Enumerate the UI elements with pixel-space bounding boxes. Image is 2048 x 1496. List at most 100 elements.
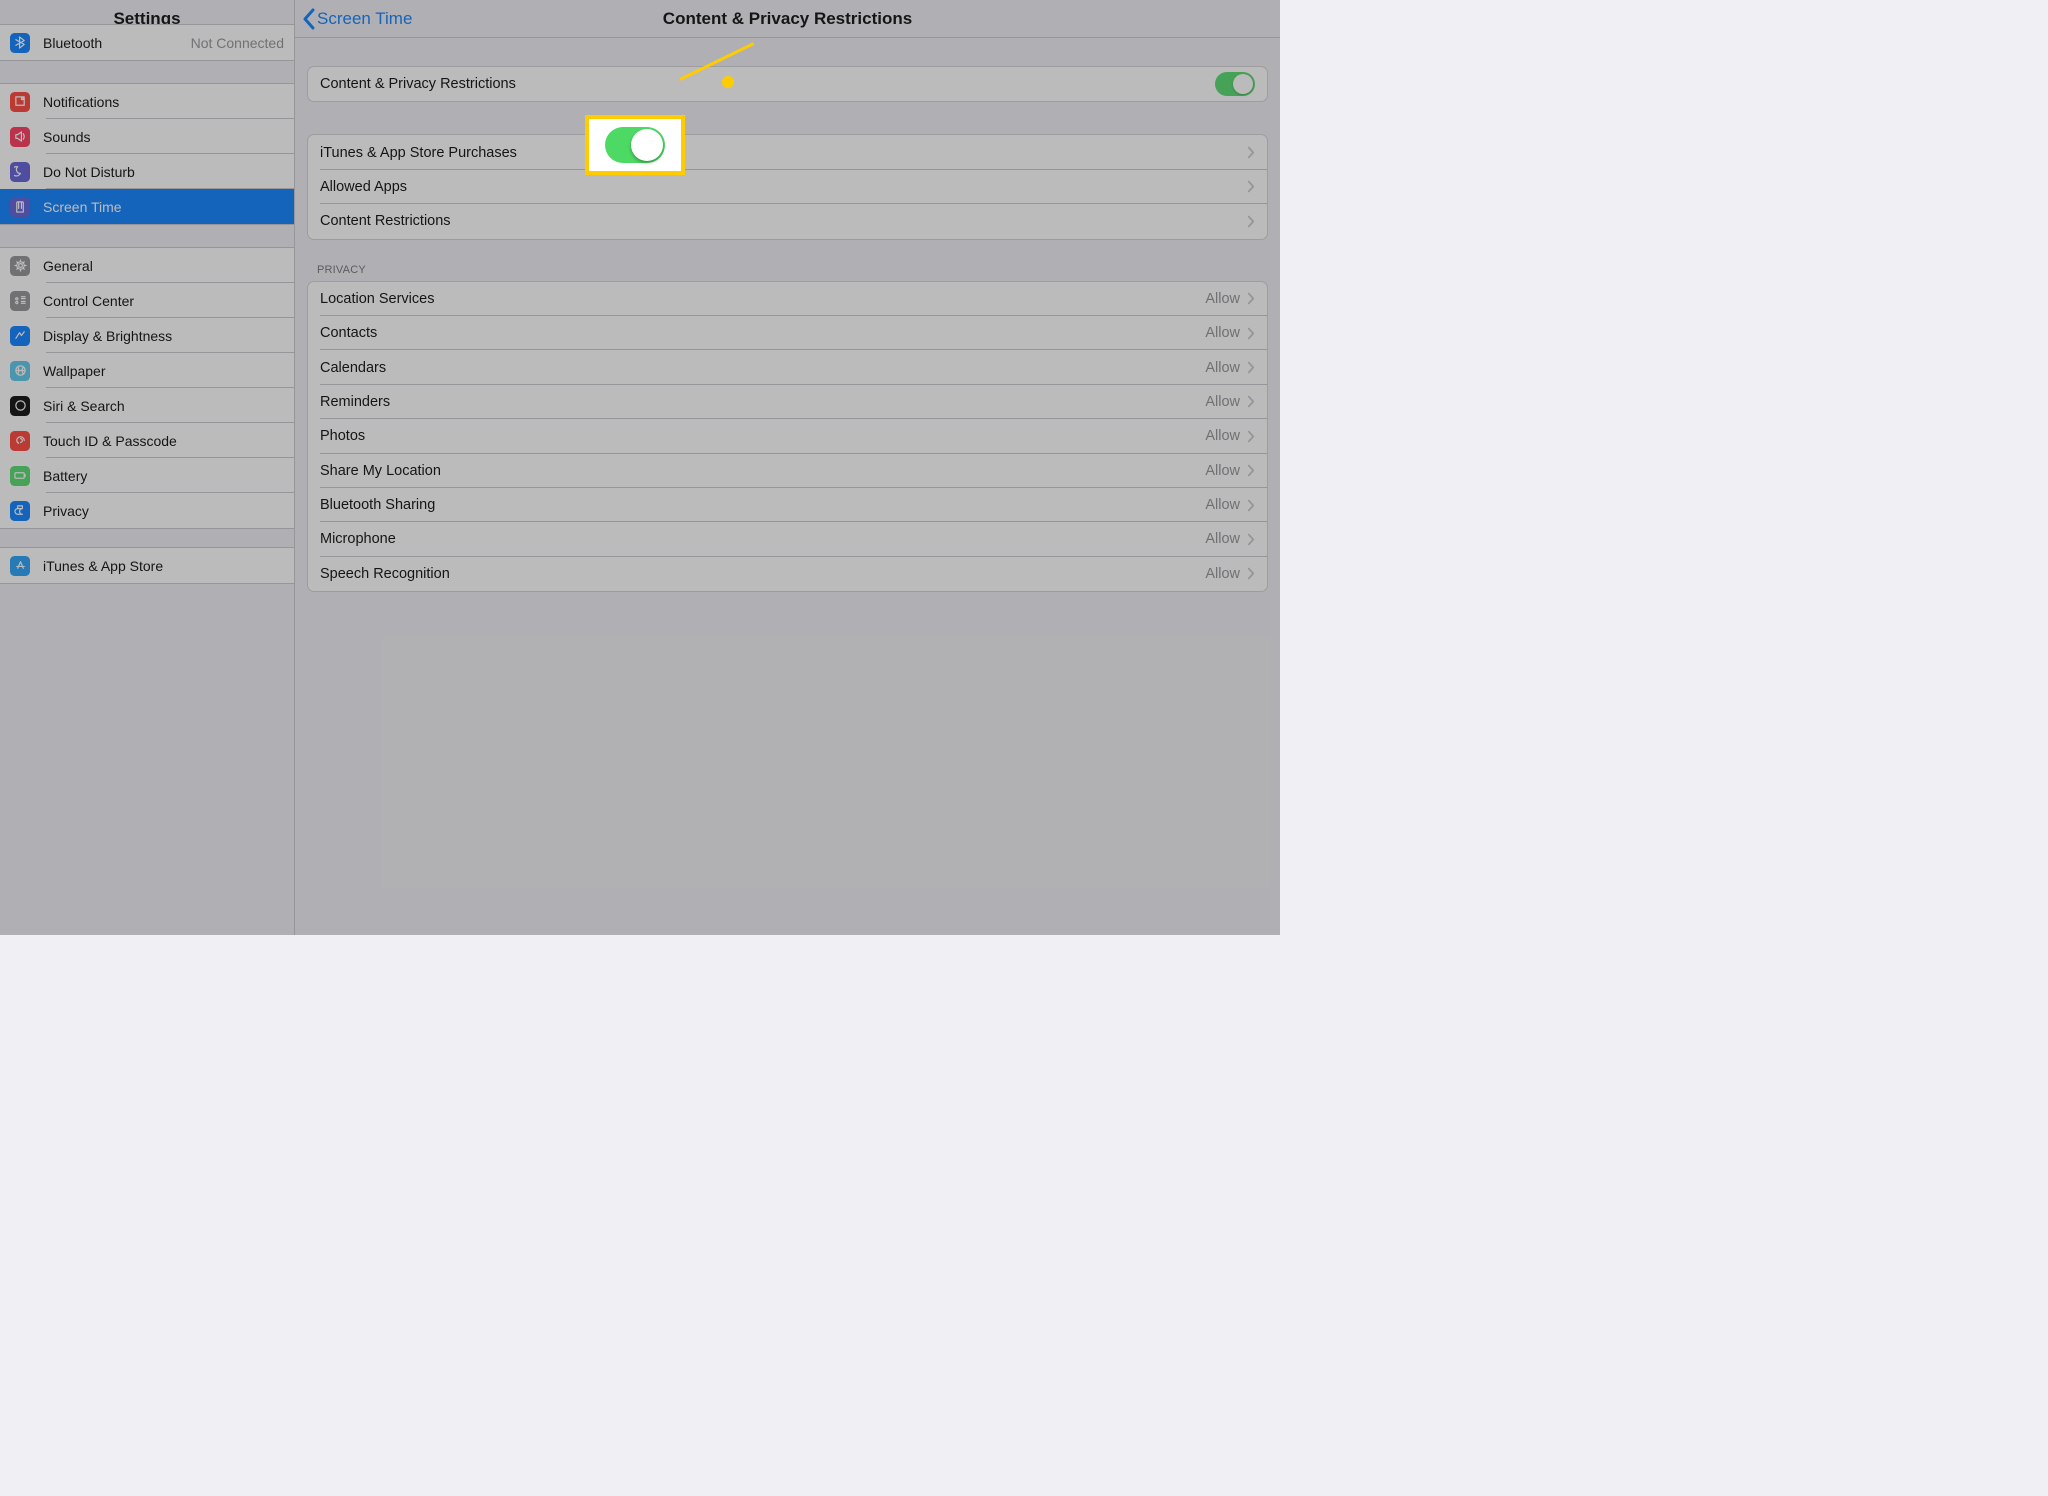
sidebar-item-label: Siri & Search	[43, 398, 125, 414]
sidebar-group: Bluetooth Not Connected	[0, 24, 294, 61]
navbar: Screen Time Content & Privacy Restrictio…	[295, 0, 1280, 38]
detail-pane: Screen Time Content & Privacy Restrictio…	[295, 0, 1280, 935]
row-value: Allow	[1205, 497, 1240, 513]
chevron-right-icon	[1247, 533, 1255, 546]
row-value: Allow	[1205, 428, 1240, 444]
sidebar-item-itunes-app-store[interactable]: iTunes & App Store	[0, 548, 294, 583]
row-label: Reminders	[320, 394, 390, 410]
sidebar-item-control-center[interactable]: Control Center	[0, 283, 294, 318]
row-value: Allow	[1205, 531, 1240, 547]
chevron-left-icon	[301, 8, 315, 30]
row-location-services[interactable]: Location Services Allow	[308, 282, 1267, 316]
sidebar-item-sounds[interactable]: Sounds	[0, 119, 294, 154]
row-label: Content & Privacy Restrictions	[320, 76, 516, 92]
sidebar-item-battery[interactable]: Battery	[0, 458, 294, 493]
siri-icon	[10, 396, 30, 416]
row-label: Bluetooth Sharing	[320, 497, 435, 513]
display-icon	[10, 326, 30, 346]
row-label: Speech Recognition	[320, 566, 450, 582]
row-value: Allow	[1205, 463, 1240, 479]
sidebar-group: iTunes & App Store	[0, 547, 294, 584]
row-share-my-location[interactable]: Share My Location Allow	[308, 454, 1267, 488]
sidebar-item-wallpaper[interactable]: Wallpaper	[0, 353, 294, 388]
row-photos[interactable]: Photos Allow	[308, 419, 1267, 453]
row-itunes-app-store-purchases[interactable]: iTunes & App Store Purchases	[308, 135, 1267, 169]
sidebar-item-label: Notifications	[43, 94, 119, 110]
bluetooth-icon	[10, 33, 30, 53]
sidebar-item-label: Battery	[43, 468, 87, 484]
chevron-right-icon	[1247, 395, 1255, 408]
sidebar-scroll[interactable]: Bluetooth Not Connected Notifications Sound…	[0, 24, 294, 935]
sidebar-item-label: Bluetooth	[43, 35, 102, 51]
sidebar-item-general[interactable]: General	[0, 248, 294, 283]
sidebar-item-touch-id-passcode[interactable]: Touch ID & Passcode	[0, 423, 294, 458]
row-contacts[interactable]: Contacts Allow	[308, 316, 1267, 350]
sidebar-item-label: Do Not Disturb	[43, 164, 135, 180]
sidebar-item-label: Sounds	[43, 129, 90, 145]
row-label: Content Restrictions	[320, 213, 451, 229]
row-allowed-apps[interactable]: Allowed Apps	[308, 170, 1267, 204]
section-privacy: Location ServicesAllowContactsAllowCalen…	[307, 281, 1268, 593]
row-label: Share My Location	[320, 463, 441, 479]
battery-icon	[10, 466, 30, 486]
content-scroll[interactable]: Content & Privacy Restrictions iTunes & …	[295, 38, 1280, 935]
toggle-content-privacy[interactable]	[1215, 72, 1255, 96]
row-calendars[interactable]: Calendars Allow	[308, 350, 1267, 384]
general-icon	[10, 256, 30, 276]
row-value: Allow	[1205, 360, 1240, 376]
sidebar-item-label: Touch ID & Passcode	[43, 433, 177, 449]
annotation-highlight-box	[585, 115, 685, 175]
chevron-right-icon	[1247, 361, 1255, 374]
touchid-icon	[10, 431, 30, 451]
row-microphone[interactable]: MicrophoneAllow	[308, 522, 1267, 556]
sidebar-item-do-not-disturb[interactable]: Do Not Disturb	[0, 154, 294, 189]
sidebar-item-label: Wallpaper	[43, 363, 106, 379]
chevron-right-icon	[1247, 567, 1255, 580]
sidebar-item-notifications[interactable]: Notifications	[0, 84, 294, 119]
sidebar-item-label: General	[43, 258, 93, 274]
row-reminders[interactable]: Reminders Allow	[308, 385, 1267, 419]
chevron-right-icon	[1247, 327, 1255, 340]
sidebar-item-label: Privacy	[43, 503, 89, 519]
appstore-icon	[10, 556, 30, 576]
row-bluetooth-sharing[interactable]: Bluetooth Sharing Allow	[308, 488, 1267, 522]
chevron-right-icon	[1247, 292, 1255, 305]
row-value: Allow	[1205, 325, 1240, 341]
chevron-right-icon	[1247, 464, 1255, 477]
screentime-icon	[10, 197, 30, 217]
sidebar-item-display-brightness[interactable]: Display & Brightness	[0, 318, 294, 353]
sidebar-item-privacy[interactable]: Privacy	[0, 493, 294, 528]
annotation-callout-dot	[722, 76, 734, 88]
row-label: Contacts	[320, 325, 377, 341]
back-button[interactable]: Screen Time	[301, 0, 412, 37]
sidebar-item-label: Display & Brightness	[43, 328, 172, 344]
chevron-right-icon	[1247, 499, 1255, 512]
section-header-privacy: PRIVACY	[317, 264, 1258, 276]
row-label: Calendars	[320, 360, 386, 376]
row-speech-recognition[interactable]: Speech RecognitionAllow	[308, 557, 1267, 591]
sidebar-group: General Control Center Display & Brightnes…	[0, 247, 294, 529]
row-label: Photos	[320, 428, 365, 444]
chevron-right-icon	[1247, 146, 1255, 159]
sidebar-group: Notifications Sounds Do Not Disturb Screen …	[0, 83, 294, 225]
row-content-privacy-restrictions[interactable]: Content & Privacy Restrictions	[308, 67, 1267, 101]
sidebar-item-siri-search[interactable]: Siri & Search	[0, 388, 294, 423]
sidebar-item-bluetooth[interactable]: Bluetooth Not Connected	[0, 25, 294, 60]
privacy-icon	[10, 501, 30, 521]
row-label: Allowed Apps	[320, 179, 407, 195]
row-label: iTunes & App Store Purchases	[320, 145, 517, 161]
row-value: Allow	[1205, 291, 1240, 307]
sidebar-item-label: iTunes & App Store	[43, 558, 163, 574]
sidebar-item-label: Screen Time	[43, 199, 122, 215]
section-restrictions: iTunes & App Store Purchases Allowed Apps…	[307, 134, 1268, 239]
chevron-right-icon	[1247, 430, 1255, 443]
row-content-restrictions[interactable]: Content Restrictions	[308, 204, 1267, 238]
page-title: Content & Privacy Restrictions	[295, 9, 1280, 29]
sidebar: Settings BluetoothNot ConnectedNotificat…	[0, 0, 295, 935]
row-value: Allow	[1205, 394, 1240, 410]
sidebar-item-status: Not Connected	[191, 35, 284, 51]
wallpaper-icon	[10, 361, 30, 381]
row-label: Location Services	[320, 291, 434, 307]
chevron-right-icon	[1247, 180, 1255, 193]
sidebar-item-screen-time[interactable]: Screen Time	[0, 189, 294, 224]
